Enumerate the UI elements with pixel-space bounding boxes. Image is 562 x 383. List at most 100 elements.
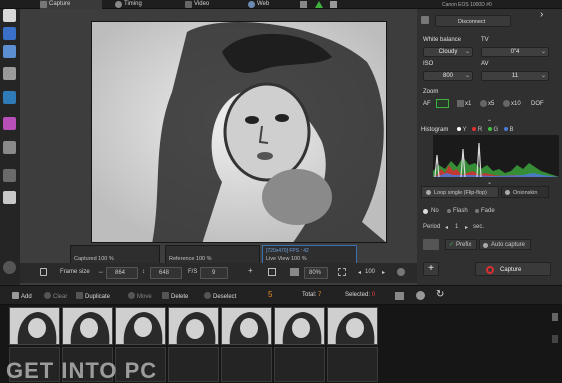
zoom-x10-icon bbox=[503, 100, 510, 107]
af-button[interactable]: AF bbox=[423, 99, 431, 109]
main-viewer: Captured 100 % Reference 100 % [720x470]… bbox=[20, 9, 417, 285]
zoom-value[interactable]: 80% bbox=[304, 267, 328, 279]
tab-capture[interactable]: Capture bbox=[40, 0, 102, 9]
radio-no[interactable] bbox=[423, 209, 428, 214]
iso-label: ISO bbox=[423, 61, 434, 67]
thumbnail-frame[interactable] bbox=[9, 307, 60, 345]
folder-icon[interactable] bbox=[3, 141, 16, 154]
watermark-text: GET INTO PC bbox=[6, 358, 158, 383]
fit-icon[interactable] bbox=[268, 268, 276, 276]
reference-label: Reference 100 % bbox=[169, 256, 212, 262]
tab-web-label: Web bbox=[257, 1, 270, 7]
channel-b: B bbox=[509, 127, 514, 133]
chevron-down-icon: ⌄ bbox=[540, 49, 546, 55]
move-button[interactable]: Move bbox=[128, 292, 152, 300]
period-next-icon[interactable]: ▸ bbox=[465, 224, 468, 231]
tab-video[interactable]: Video bbox=[185, 0, 220, 9]
expand-icon[interactable]: ⌄ bbox=[487, 179, 492, 186]
empty-slot[interactable] bbox=[274, 347, 325, 382]
iso-select[interactable]: 800 ⌄ bbox=[423, 71, 473, 81]
zoom-in-icon[interactable] bbox=[416, 291, 425, 300]
thumbnail-frame[interactable] bbox=[221, 307, 272, 345]
zoom-x5-button[interactable]: x5 bbox=[488, 99, 494, 109]
period-value[interactable]: 1 bbox=[455, 224, 458, 230]
frame-height-input[interactable]: 648 bbox=[150, 267, 182, 279]
settings-icon[interactable] bbox=[300, 1, 307, 8]
trash-icon bbox=[162, 292, 169, 299]
camera-small-icon bbox=[421, 16, 429, 24]
video-icon bbox=[185, 1, 192, 8]
zoom-tool-icon[interactable] bbox=[3, 67, 16, 80]
info-icon[interactable] bbox=[330, 1, 337, 8]
lock-icon[interactable] bbox=[40, 268, 47, 276]
capture-button[interactable]: Capture bbox=[475, 262, 551, 276]
eraser-icon[interactable] bbox=[3, 169, 16, 182]
captured-photo[interactable] bbox=[91, 21, 387, 243]
layers-icon[interactable] bbox=[3, 27, 16, 40]
av-select[interactable]: 11 ⌄ bbox=[481, 71, 549, 81]
empty-slot[interactable] bbox=[327, 347, 378, 382]
prefix-checkbox[interactable]: ✓ Prefix bbox=[445, 239, 477, 250]
document-icon[interactable] bbox=[3, 191, 16, 204]
white-balance-select[interactable]: Cloudy ⌄ bbox=[423, 47, 473, 57]
scissors-icon[interactable] bbox=[3, 9, 16, 22]
thumbnail-frame[interactable] bbox=[327, 307, 378, 345]
empty-slot[interactable] bbox=[168, 347, 219, 382]
deselect-button[interactable]: Deselect bbox=[204, 292, 236, 300]
tv-label: TV bbox=[481, 37, 489, 43]
af-frame-button[interactable] bbox=[436, 99, 449, 108]
flip-icon[interactable] bbox=[395, 292, 404, 300]
thumbnail-frame[interactable] bbox=[274, 307, 325, 345]
collapse-icon[interactable]: ⌃ bbox=[487, 119, 492, 126]
zoom-x10-button[interactable]: x10 bbox=[511, 99, 521, 109]
live-view-header: [720x470] FPS : 42 bbox=[266, 248, 309, 254]
scroll-down-icon[interactable] bbox=[552, 335, 558, 343]
frame-bar: Frame size ↔ 864 ↕ 648 F/S 9 + 80% ◂ 100… bbox=[20, 263, 417, 283]
prev-arrow-icon[interactable]: ◂ bbox=[358, 269, 361, 276]
histogram-label: Histogram bbox=[421, 127, 449, 133]
radio-flash[interactable] bbox=[447, 209, 451, 213]
next-arrow-icon[interactable]: ▸ bbox=[382, 269, 385, 276]
period-prev-icon[interactable]: ◂ bbox=[445, 224, 448, 231]
camera-button-icon[interactable] bbox=[423, 239, 439, 250]
add-button[interactable]: Add bbox=[12, 292, 32, 300]
tab-onionskin[interactable]: Onionskin bbox=[501, 186, 549, 198]
thumbnail-frame[interactable] bbox=[62, 307, 113, 345]
clear-button[interactable]: Clear bbox=[44, 292, 67, 300]
right-panel: Canon EOS 1000D #0 Disconnect › White ba… bbox=[417, 2, 562, 285]
scroll-up-icon[interactable] bbox=[552, 313, 558, 321]
gear-icon[interactable] bbox=[3, 261, 16, 274]
auto-capture-button[interactable]: Auto capture bbox=[479, 239, 531, 250]
tab-timing[interactable]: Timing bbox=[115, 0, 155, 9]
color-tool-icon[interactable] bbox=[3, 117, 16, 130]
thumbnail-frame[interactable] bbox=[168, 307, 219, 345]
auto-icon bbox=[483, 243, 488, 248]
tv-select[interactable]: 0"4 ⌄ bbox=[481, 47, 549, 57]
crosshair-icon[interactable]: + bbox=[248, 266, 253, 275]
nav-right-icon[interactable]: › bbox=[540, 9, 543, 20]
tab-web[interactable]: Web bbox=[248, 0, 278, 9]
grid-icon[interactable] bbox=[338, 268, 346, 276]
duplicate-button[interactable]: Duplicate bbox=[76, 292, 110, 300]
check-icon: ✓ bbox=[449, 242, 455, 248]
tab-loop-single[interactable]: Loop single (Flip-flop) bbox=[421, 186, 499, 198]
radio-fade[interactable] bbox=[475, 209, 479, 213]
tab-timing-label: Timing bbox=[124, 1, 142, 7]
fps-input[interactable]: 9 bbox=[200, 267, 228, 279]
wand-icon[interactable] bbox=[3, 45, 16, 58]
clay-figure-image bbox=[92, 22, 386, 242]
empty-slot[interactable] bbox=[221, 347, 272, 382]
disconnect-button[interactable]: Disconnect bbox=[435, 15, 511, 27]
histogram-channels: Y R G B bbox=[457, 127, 514, 133]
frame-width-input[interactable]: 864 bbox=[106, 267, 138, 279]
captured-label: Captured 100 % bbox=[74, 256, 114, 262]
dof-button[interactable]: DOF bbox=[531, 99, 544, 109]
info-circle-icon[interactable] bbox=[397, 268, 405, 276]
delete-button[interactable]: Delete bbox=[162, 292, 188, 300]
add-frame-button[interactable]: + bbox=[423, 262, 439, 276]
refresh-icon[interactable]: ↻ bbox=[436, 289, 444, 300]
thumbnail-frame[interactable] bbox=[115, 307, 166, 345]
screen-icon[interactable] bbox=[290, 268, 299, 276]
zoom-x1-button[interactable]: x1 bbox=[465, 99, 471, 109]
chart-tool-icon[interactable] bbox=[3, 91, 16, 104]
